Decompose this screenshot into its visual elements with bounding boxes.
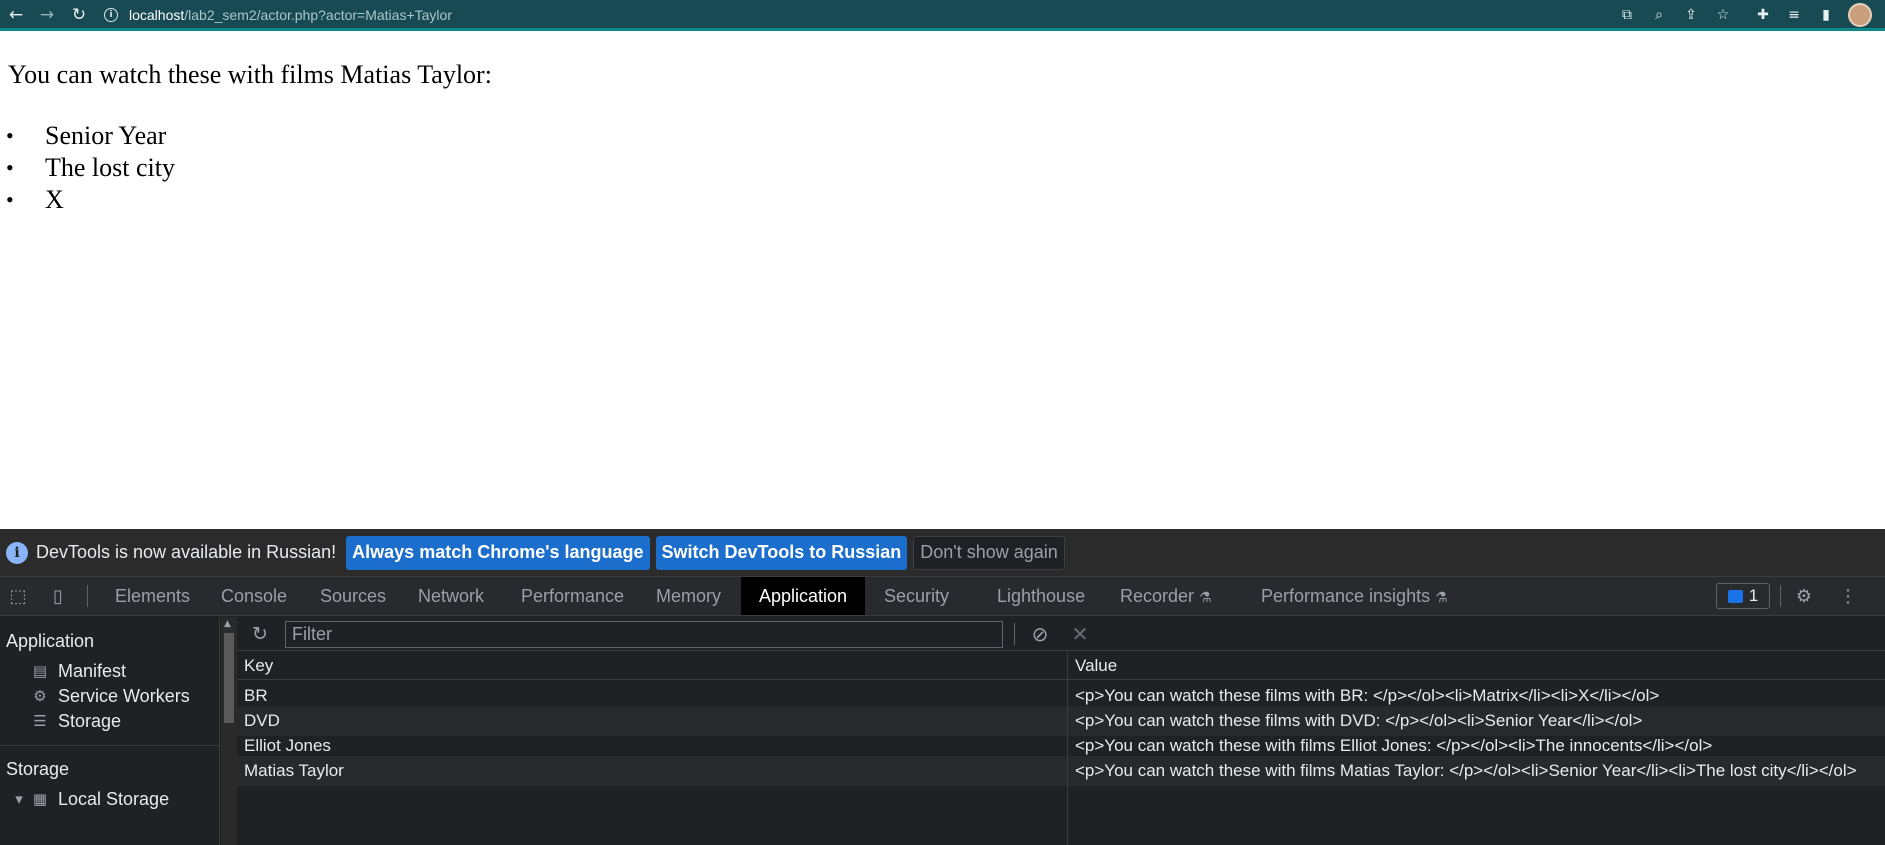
url-host: localhost — [129, 7, 185, 23]
more-options-icon[interactable]: ⋮ — [1837, 585, 1859, 607]
filter-input[interactable] — [285, 621, 1003, 648]
storage-view: ↻ ⊘ ✕ Key Value BR <p>You can watch thes… — [237, 617, 1885, 845]
profile-avatar[interactable] — [1848, 3, 1872, 27]
sidebar-scrollbar[interactable]: ▲ — [221, 617, 237, 845]
flask-icon: ⚗ — [1435, 590, 1448, 606]
flask-icon: ⚗ — [1199, 590, 1212, 606]
tab-recorder-label: Recorder — [1120, 586, 1195, 606]
infobar-message: DevTools is now available in Russian! — [36, 542, 337, 562]
list-item: • The lost city — [0, 152, 175, 184]
list-item: • X — [0, 184, 175, 216]
tab-console[interactable]: Console — [203, 577, 305, 615]
clear-all-icon[interactable]: ⊘ — [1029, 622, 1051, 646]
tab-security[interactable]: Security — [866, 577, 967, 615]
bullet-icon: • — [6, 155, 14, 180]
bullet-icon: • — [6, 123, 14, 148]
storage-toolbar: ↻ ⊘ ✕ — [237, 617, 1885, 651]
delete-selected-icon[interactable]: ✕ — [1069, 622, 1091, 646]
tab-performance[interactable]: Performance — [503, 577, 642, 615]
forward-arrow-icon[interactable]: → — [36, 4, 58, 26]
sidebar-divider — [0, 745, 220, 746]
row-value: <p>You can watch these with films Matias… — [1075, 761, 1857, 780]
match-language-button[interactable]: Always match Chrome's language — [346, 535, 650, 570]
sidebar-item-label: Local Storage — [58, 788, 170, 809]
devtools-tabstrip: ⬚ ▯ Elements Console Sources Network Per… — [0, 577, 1885, 616]
share-icon[interactable]: ⇪ — [1681, 5, 1701, 25]
inspect-element-icon[interactable]: ⬚ — [7, 585, 29, 607]
sidebar-item-manifest[interactable]: ▤ Manifest — [30, 658, 126, 684]
film-list: • Senior Year • The lost city • X — [0, 120, 175, 216]
database-icon: ☰ — [33, 712, 47, 730]
address-bar[interactable]: i localhost/lab2_sem2/actor.php?actor=Ma… — [104, 4, 1574, 26]
tab-sources[interactable]: Sources — [302, 577, 404, 615]
list-item: • Senior Year — [0, 120, 175, 152]
sidebar-item-label: Service Workers — [58, 685, 190, 706]
tab-application[interactable]: Application — [741, 577, 866, 615]
tab-memory[interactable]: Memory — [638, 577, 739, 615]
sidebar-heading-application: Application — [6, 631, 95, 651]
page-heading: You can watch these with films Matias Ta… — [8, 60, 492, 89]
toolbar-divider — [1014, 623, 1015, 645]
sidebar-item-label: Manifest — [58, 660, 127, 681]
page-content: You can watch these with films Matias Ta… — [0, 34, 1885, 529]
tab-performance-insights-label: Performance insights — [1261, 586, 1431, 606]
grid-icon: ▦ — [32, 790, 48, 808]
scrollbar-thumb[interactable] — [224, 633, 234, 723]
reload-icon[interactable]: ↻ — [68, 4, 90, 26]
gear-icon: ⚙ — [33, 687, 47, 705]
dont-show-again-button[interactable]: Don't show again — [913, 535, 1065, 570]
message-icon — [1727, 589, 1743, 603]
info-icon: i — [6, 541, 28, 564]
tab-elements[interactable]: Elements — [97, 577, 208, 615]
film-title: X — [45, 185, 64, 214]
extensions-icon[interactable]: ✚ — [1753, 5, 1773, 25]
issues-count: 1 — [1748, 586, 1759, 605]
browser-toolbar: ← → ↻ i localhost/lab2_sem2/actor.php?ac… — [0, 0, 1885, 31]
sidebar-heading-storage: Storage — [6, 759, 70, 779]
sidebar-item-local-storage[interactable]: ▾ ▦ Local Storage — [12, 786, 169, 812]
column-header-value[interactable]: Value — [1068, 652, 1885, 679]
url-path: /lab2_sem2/actor.php?actor=Matias+Taylor — [184, 7, 452, 23]
refresh-icon[interactable]: ↻ — [249, 623, 271, 645]
tab-performance-insights[interactable]: Performance insights ⚗ — [1243, 577, 1466, 615]
film-title: The lost city — [45, 153, 175, 182]
issues-badge[interactable]: 1 — [1716, 583, 1770, 609]
sidebar-item-label: Storage — [58, 710, 122, 731]
scroll-up-icon[interactable]: ▲ — [224, 619, 231, 629]
column-header-key[interactable]: Key — [237, 652, 1067, 679]
tab-divider — [87, 585, 88, 607]
devtools-panel: i DevTools is now available in Russian! … — [0, 529, 1885, 845]
reading-list-icon[interactable]: ≡ — [1784, 5, 1804, 25]
application-sidebar: Application ▤ Manifest ⚙ Service Workers… — [0, 617, 220, 845]
table-row[interactable]: Matias Taylor <p>You can watch these wit… — [237, 756, 1885, 786]
bookmark-star-icon[interactable]: ☆ — [1713, 5, 1733, 25]
side-panel-icon[interactable]: ▮ — [1816, 5, 1836, 25]
settings-gear-icon[interactable]: ⚙ — [1793, 585, 1815, 607]
translate-icon[interactable]: ⧉ — [1617, 5, 1637, 25]
tab-lighthouse[interactable]: Lighthouse — [979, 577, 1103, 615]
expand-triangle-icon[interactable]: ▾ — [12, 790, 26, 808]
tab-recorder[interactable]: Recorder ⚗ — [1102, 577, 1230, 615]
back-arrow-icon[interactable]: ← — [5, 4, 27, 26]
tab-network[interactable]: Network — [400, 577, 502, 615]
key-value-table: Key Value BR <p>You can watch these film… — [237, 652, 1885, 845]
table-header: Key Value — [237, 652, 1885, 680]
switch-russian-button[interactable]: Switch DevTools to Russian — [655, 535, 908, 570]
language-infobar: i DevTools is now available in Russian! … — [0, 529, 1885, 577]
site-info-icon[interactable]: i — [104, 8, 118, 22]
zoom-icon[interactable]: ⌕ — [1649, 5, 1669, 25]
device-toolbar-icon[interactable]: ▯ — [47, 585, 69, 607]
sidebar-item-storage[interactable]: ☰ Storage — [30, 708, 121, 734]
row-key: Matias Taylor — [244, 761, 344, 780]
file-icon: ▤ — [32, 662, 48, 680]
bullet-icon: • — [6, 187, 14, 212]
film-title: Senior Year — [45, 121, 167, 150]
tab-divider — [1780, 585, 1781, 607]
column-divider[interactable] — [1067, 652, 1068, 845]
sidebar-item-service-workers[interactable]: ⚙ Service Workers — [30, 683, 190, 709]
